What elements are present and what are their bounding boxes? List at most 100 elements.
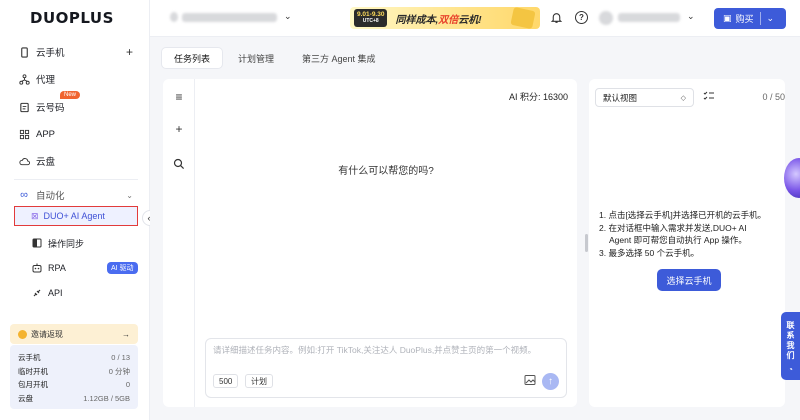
api-icon bbox=[31, 287, 43, 299]
usage-label: 云手机 bbox=[18, 353, 41, 363]
rpa-icon bbox=[31, 262, 43, 274]
chevron-down-icon[interactable]: ⌄ bbox=[767, 13, 775, 24]
tab-task-list[interactable]: 任务列表 bbox=[162, 48, 223, 68]
instruction-step: 3. 最多选择 50 个云手机。 bbox=[599, 247, 700, 258]
gift-icon: ▣ bbox=[723, 13, 732, 23]
sidebar-group-automation[interactable]: ∞ 自动化 ⌄ bbox=[0, 184, 149, 206]
sidebar-item-proxy[interactable]: 代理 bbox=[0, 68, 149, 90]
cloud-icon bbox=[18, 155, 30, 167]
tab-third-party-agent[interactable]: 第三方 Agent 集成 bbox=[290, 48, 388, 68]
user-avatar[interactable] bbox=[599, 11, 613, 25]
sync-icon bbox=[31, 237, 43, 249]
promo-text: 同样成本,双倍云机! bbox=[395, 11, 481, 26]
menu-icon[interactable]: ≡ bbox=[172, 90, 186, 104]
chevron-down-icon[interactable]: ⌄ bbox=[687, 11, 695, 22]
chat-greeting: 有什么可以帮您的吗? bbox=[338, 166, 434, 177]
promo-text-b: 双倍 bbox=[438, 14, 459, 26]
arrow-right-icon: → bbox=[122, 329, 130, 339]
new-badge: New bbox=[60, 91, 81, 99]
contact-char: 联 bbox=[786, 321, 795, 330]
buy-label: 购买 bbox=[735, 14, 754, 24]
usage-label: 云盘 bbox=[18, 393, 33, 403]
sidebar-item-label: RPA bbox=[48, 263, 66, 273]
sidebar-item-label: 云号码 bbox=[36, 103, 65, 114]
instruction-step: 2. 在对话框中输入需求并发送,DUO+ AI bbox=[599, 222, 747, 233]
app-grid-icon bbox=[18, 128, 30, 140]
bell-icon[interactable] bbox=[550, 11, 563, 24]
instruction-steps: 1. 点击[选择云手机]并选择已开机的云手机。 2. 在对话框中输入需求并发送,… bbox=[599, 209, 784, 259]
contact-char: 系 bbox=[786, 331, 795, 340]
image-upload-icon[interactable] bbox=[524, 374, 537, 387]
plan-chip[interactable]: 计划 bbox=[245, 374, 273, 388]
usage-value: 0 bbox=[125, 380, 130, 390]
promo-coupon-graphic bbox=[510, 6, 536, 30]
agent-icon: ⊠ bbox=[31, 210, 39, 221]
coin-icon bbox=[18, 329, 27, 339]
workspace-avatar bbox=[170, 12, 178, 22]
usage-row: 云盘 1.12GB / 5GB bbox=[18, 392, 130, 406]
contact-us-tab[interactable]: 联 系 我 们 ◔ bbox=[781, 312, 800, 380]
ai-driven-badge: AI 驱动 bbox=[107, 262, 138, 274]
promo-text-c: 云机! bbox=[458, 14, 482, 26]
sidebar-item-label: 云手机 bbox=[36, 48, 65, 59]
sidebar-item-label: 自动化 bbox=[36, 191, 65, 202]
send-button[interactable]: ↑ bbox=[542, 373, 559, 390]
sidebar-item-label: DUO+ AI Agent bbox=[43, 211, 105, 221]
contact-char: 我 bbox=[786, 341, 795, 350]
logo: DUOPLUS bbox=[30, 9, 114, 27]
token-count-chip[interactable]: 500 bbox=[213, 374, 239, 388]
updown-chevron-icon: ◇ bbox=[680, 94, 686, 102]
add-phone-icon[interactable]: + bbox=[126, 45, 133, 59]
sidebar-item-label: 代理 bbox=[36, 75, 56, 86]
buy-button[interactable]: ▣ 购买 ⌄ bbox=[714, 8, 786, 29]
view-select-value: 默认视图 bbox=[603, 92, 638, 103]
sidebar-item-cloud-number[interactable]: 云号码 New bbox=[0, 91, 149, 118]
promo-timezone: UTC+8 bbox=[362, 18, 379, 24]
sidebar-item-label: API bbox=[48, 288, 63, 298]
usage-panel: 云手机 0 / 13 临时开机 0 分钟 包月开机 0 云盘 1.12GB / 5GB bbox=[10, 345, 138, 409]
instruction-step: Agent 即可帮您自动执行 App 操作。 bbox=[609, 235, 747, 245]
usage-label: 临时开机 bbox=[18, 366, 48, 376]
user-email-blurred[interactable] bbox=[618, 13, 680, 22]
view-select[interactable]: 默认视图 ◇ bbox=[595, 88, 694, 107]
phone-icon bbox=[18, 46, 30, 58]
checklist-icon[interactable] bbox=[703, 90, 717, 104]
invite-label: 邀请返现 bbox=[31, 329, 63, 339]
infinity-icon: ∞ bbox=[20, 189, 28, 201]
promo-banner[interactable]: 9.01-9.30 UTC+8 同样成本,双倍云机! bbox=[350, 6, 540, 30]
usage-row: 包月开机 0 bbox=[18, 378, 130, 392]
sidebar-item-app[interactable]: APP bbox=[0, 123, 149, 145]
promo-date-badge: 9.01-9.30 UTC+8 bbox=[354, 9, 388, 27]
number-icon bbox=[18, 101, 30, 113]
sidebar-item-rpa[interactable]: RPA AI 驱动 bbox=[0, 257, 149, 279]
panel-resize-handle[interactable] bbox=[585, 234, 588, 252]
chevron-down-icon[interactable]: ⌄ bbox=[284, 11, 292, 22]
promo-text-a: 同样成本, bbox=[395, 14, 439, 26]
chevron-down-icon[interactable]: ⌄ bbox=[126, 191, 133, 200]
selected-count: 0 / 50 bbox=[762, 92, 785, 102]
usage-row: 云手机 0 / 13 bbox=[18, 351, 130, 365]
new-chat-icon[interactable]: + bbox=[172, 122, 186, 136]
instruction-step: 1. 点击[选择云手机]并选择已开机的云手机。 bbox=[599, 210, 767, 220]
contact-char: 们 bbox=[786, 351, 795, 360]
sidebar-item-ai-agent[interactable]: ⊠ DUO+ AI Agent bbox=[14, 206, 138, 226]
search-icon[interactable] bbox=[172, 157, 186, 171]
workspace-name-blurred[interactable] bbox=[182, 13, 277, 22]
sidebar-item-cloud-phone[interactable]: 云手机 + bbox=[0, 41, 149, 63]
usage-value: 0 分钟 bbox=[108, 366, 130, 376]
help-icon[interactable]: ? bbox=[575, 11, 588, 24]
sidebar-item-label: 云盘 bbox=[36, 157, 56, 168]
select-cloud-phone-button[interactable]: 选择云手机 bbox=[657, 269, 721, 291]
sidebar-item-sync[interactable]: 操作同步 bbox=[0, 232, 149, 254]
proxy-icon bbox=[18, 73, 30, 85]
buy-separator bbox=[759, 12, 761, 25]
sidebar-item-label: 操作同步 bbox=[48, 238, 85, 249]
chat-bubble-icon: ◔ bbox=[788, 365, 793, 374]
sidebar-item-cloud-drive[interactable]: 云盘 bbox=[0, 150, 149, 172]
tab-bar: 任务列表 计划管理 第三方 Agent 集成 bbox=[162, 48, 388, 68]
chat-input-placeholder[interactable]: 请详细描述任务内容。例如:打开 TikTok,关注达人 DuoPlus,并点赞主… bbox=[213, 344, 563, 356]
ai-points: AI 积分: 16300 bbox=[508, 92, 568, 102]
tab-plan-management[interactable]: 计划管理 bbox=[226, 48, 286, 68]
sidebar-item-api[interactable]: API bbox=[0, 282, 149, 304]
invite-card[interactable]: 邀请返现 → bbox=[10, 324, 138, 344]
